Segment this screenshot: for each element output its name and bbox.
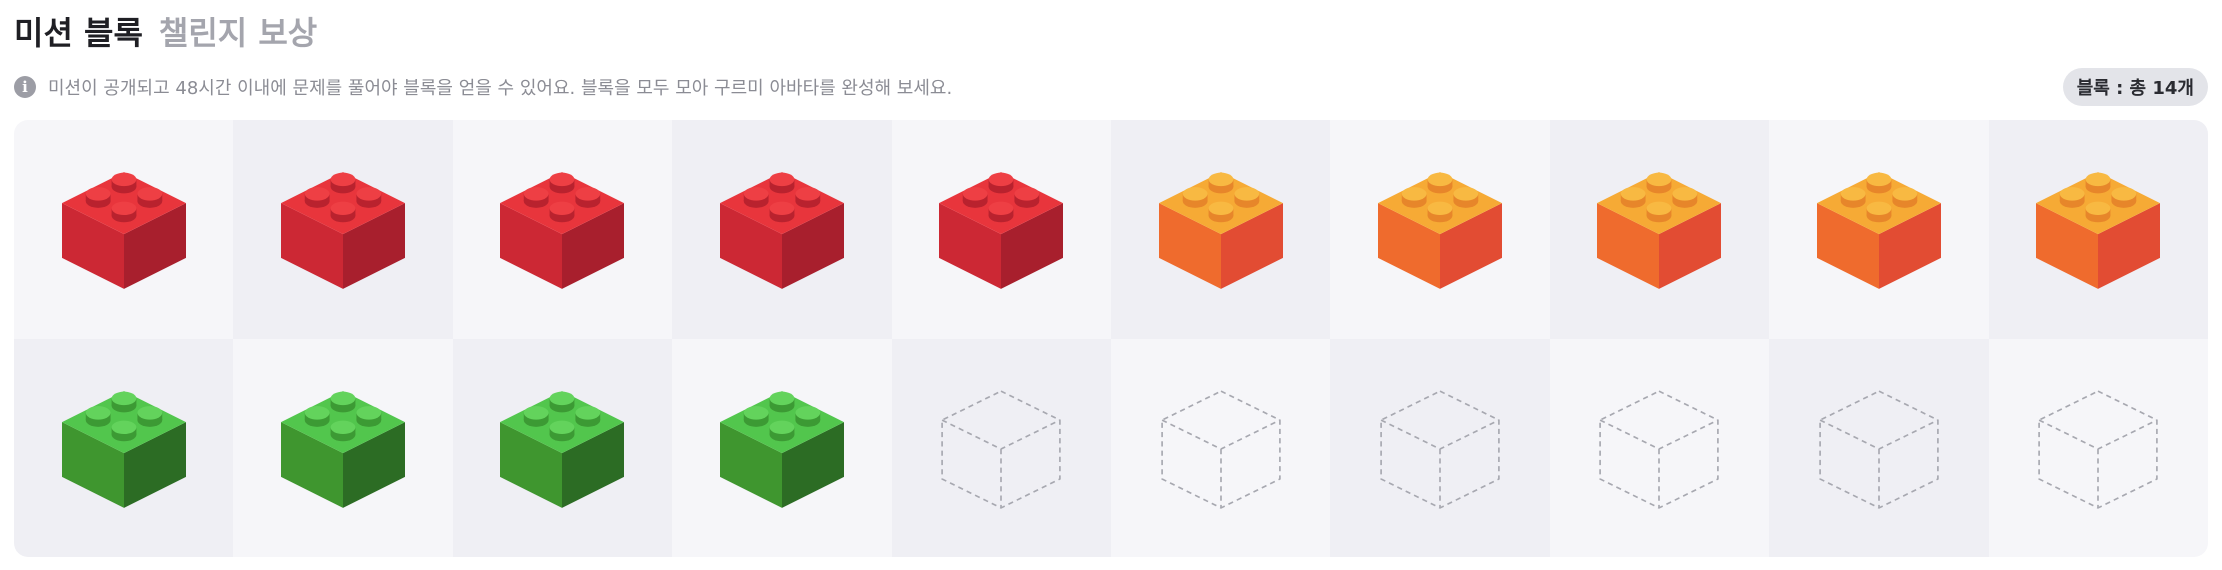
empty-block-icon xyxy=(1819,390,1939,509)
block-cell[interactable] xyxy=(891,338,1111,557)
red-block-icon xyxy=(281,172,406,290)
block-cell[interactable] xyxy=(891,120,1111,339)
block-cell[interactable] xyxy=(1988,338,2208,557)
red-block-icon xyxy=(61,172,186,290)
info-text: 미션이 공개되고 48시간 이내에 문제를 풀어야 블록을 얻을 수 있어요. … xyxy=(48,78,953,99)
block-cell[interactable] xyxy=(14,338,234,557)
empty-block-icon xyxy=(2038,390,2159,509)
orange-block-icon xyxy=(2036,172,2161,290)
red-block-icon xyxy=(719,172,844,290)
orange-block-icon xyxy=(1816,172,1941,290)
green-block-icon xyxy=(719,390,844,508)
block-cell[interactable] xyxy=(1549,338,1770,557)
block-cell[interactable] xyxy=(1988,120,2208,339)
empty-block-icon xyxy=(1380,390,1500,509)
red-block-icon xyxy=(500,172,625,290)
block-cell[interactable] xyxy=(1110,120,1331,339)
green-block-icon xyxy=(281,390,406,508)
block-cell[interactable] xyxy=(1110,338,1331,557)
green-block-icon xyxy=(61,390,186,508)
block-cell[interactable] xyxy=(452,338,673,557)
block-count-badge: 블록 : 총 14개 xyxy=(2062,68,2208,106)
empty-block-icon xyxy=(941,390,1062,509)
orange-block-icon xyxy=(1378,172,1503,290)
block-cell[interactable] xyxy=(452,120,673,339)
red-block-icon xyxy=(939,172,1064,290)
page-subtitle: 챌린지 보상 xyxy=(158,14,318,52)
block-cell[interactable] xyxy=(1769,338,1989,557)
block-cell[interactable] xyxy=(233,120,453,339)
block-cell[interactable] xyxy=(672,120,892,339)
block-cell[interactable] xyxy=(14,120,234,339)
block-cell[interactable] xyxy=(1330,338,1550,557)
block-cell[interactable] xyxy=(672,338,892,557)
page-title: 미션 블록 xyxy=(14,14,143,52)
block-cell[interactable] xyxy=(1330,120,1550,339)
block-cell[interactable] xyxy=(1549,120,1770,339)
empty-block-icon xyxy=(1160,390,1281,509)
block-cell[interactable] xyxy=(233,338,453,557)
page-header: 미션 블록 챌린지 보상 xyxy=(14,6,317,56)
info-row: i 미션이 공개되고 48시간 이내에 문제를 풀어야 블록을 얻을 수 있어요… xyxy=(14,68,2208,106)
block-cell[interactable] xyxy=(1769,120,1989,339)
orange-block-icon xyxy=(1158,172,1283,290)
orange-block-icon xyxy=(1597,172,1722,290)
empty-block-icon xyxy=(1599,390,1720,509)
green-block-icon xyxy=(500,390,625,508)
info-icon: i xyxy=(14,76,36,98)
block-grid xyxy=(14,120,2208,557)
